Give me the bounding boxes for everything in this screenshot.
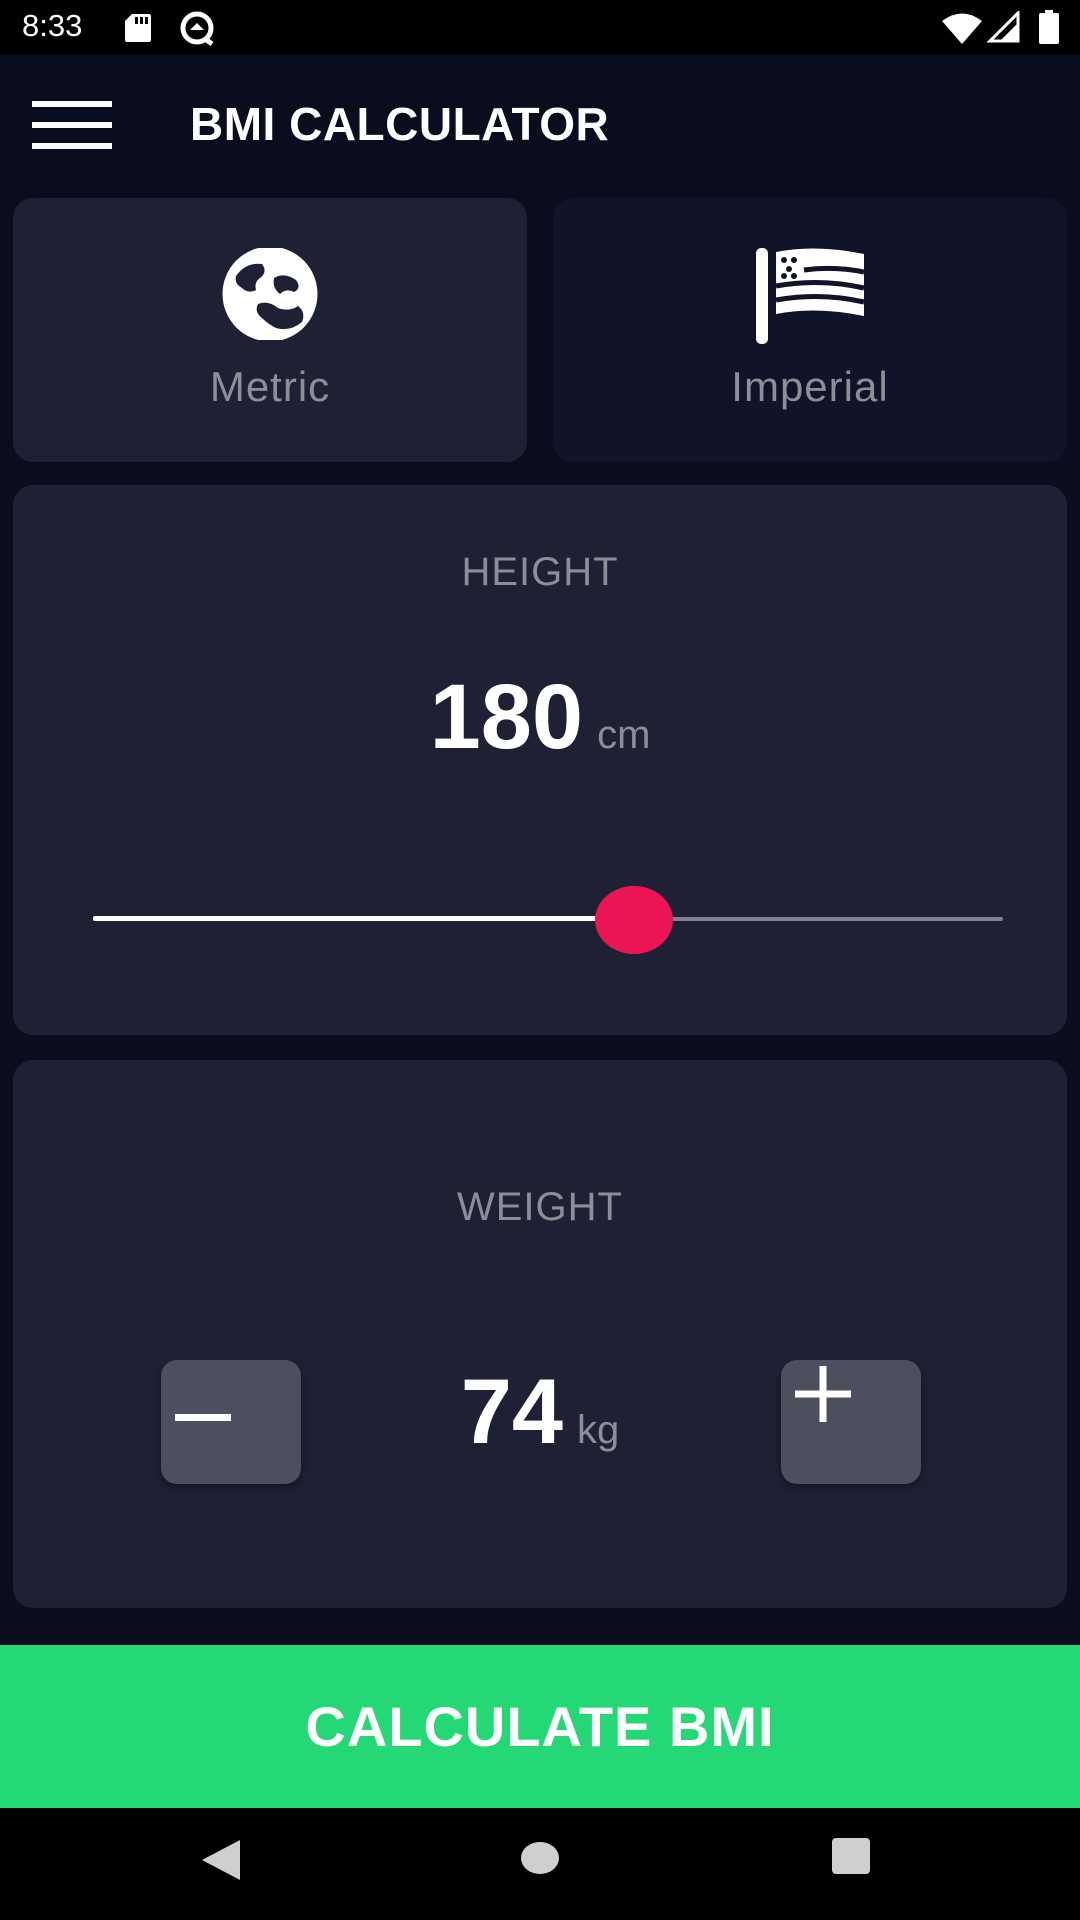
slider-active-track bbox=[93, 916, 634, 921]
app-bar: BMI CALCULATOR bbox=[0, 55, 1080, 190]
height-card: HEIGHT 180 cm bbox=[13, 485, 1067, 1035]
calculate-bmi-button[interactable]: CALCULATE BMI bbox=[0, 1645, 1080, 1808]
page-title: BMI CALCULATOR bbox=[190, 98, 610, 150]
calculate-bmi-label: CALCULATE BMI bbox=[305, 1695, 775, 1758]
imperial-unit-card[interactable]: Imperial bbox=[553, 198, 1067, 462]
weight-title: WEIGHT bbox=[457, 1185, 623, 1229]
increment-weight-button[interactable] bbox=[781, 1360, 921, 1484]
slider-thumb[interactable] bbox=[595, 886, 673, 954]
sync-icon bbox=[178, 10, 216, 51]
weight-card: WEIGHT 74 kg bbox=[13, 1060, 1067, 1608]
metric-unit-card[interactable]: Metric bbox=[13, 198, 527, 462]
recents-button[interactable] bbox=[830, 1836, 890, 1896]
weight-unit: kg bbox=[577, 1408, 620, 1452]
height-value-row: 180 cm bbox=[13, 665, 1067, 770]
status-bar: 8:33 bbox=[0, 0, 1080, 55]
wifi-icon bbox=[942, 12, 982, 49]
sd-card-icon bbox=[124, 13, 152, 48]
battery-icon bbox=[1038, 10, 1060, 49]
metric-label: Metric bbox=[209, 363, 331, 410]
signal-icon bbox=[986, 9, 1020, 48]
home-button[interactable] bbox=[518, 1836, 578, 1896]
status-time: 8:33 bbox=[22, 8, 83, 43]
recents-icon bbox=[830, 1836, 890, 1880]
height-title: HEIGHT bbox=[461, 550, 619, 594]
height-value: 180 bbox=[429, 666, 584, 768]
home-icon bbox=[518, 1836, 578, 1880]
globe-icon bbox=[218, 246, 322, 345]
imperial-label: Imperial bbox=[731, 363, 889, 410]
hamburger-menu-icon bbox=[32, 101, 112, 156]
height-unit: cm bbox=[597, 713, 651, 757]
weight-value: 74 bbox=[460, 1361, 564, 1463]
navigation-bar bbox=[0, 1808, 1080, 1920]
menu-button[interactable] bbox=[18, 79, 128, 179]
back-button[interactable] bbox=[196, 1836, 256, 1896]
height-slider[interactable] bbox=[93, 880, 1003, 960]
flag-icon bbox=[756, 248, 865, 349]
back-icon bbox=[196, 1836, 256, 1886]
